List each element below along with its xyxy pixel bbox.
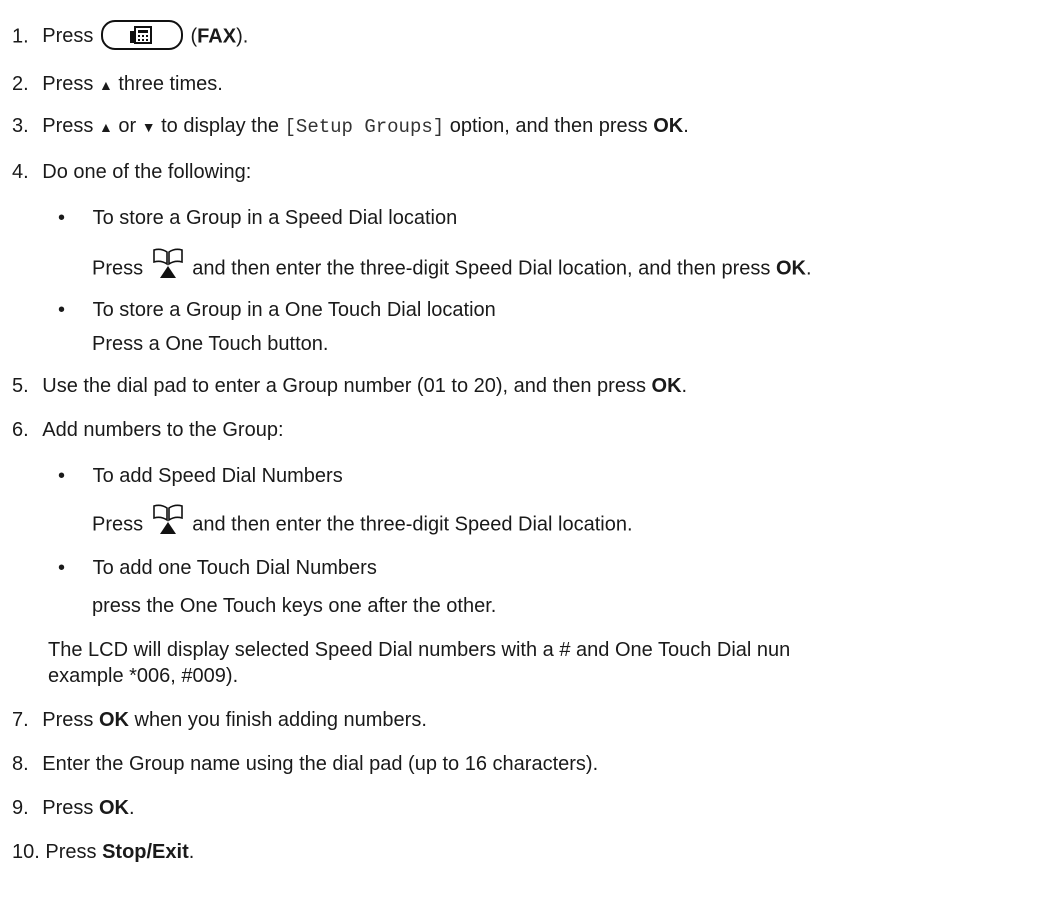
step-text: Add numbers to the Group: [42, 419, 284, 441]
step-4-bullet-2: • To store a Group in a One Touch Dial l… [58, 298, 496, 322]
step-6-bullet-1: • To add Speed Dial Numbers [58, 464, 343, 488]
bullet-title: To add Speed Dial Numbers [92, 465, 343, 487]
step-4-bullet-1: • To store a Group in a Speed Dial locat… [58, 206, 457, 230]
lcd-note-line-1: The LCD will display selected Speed Dial… [48, 639, 791, 661]
bullet-title: To add one Touch Dial Numbers [92, 557, 377, 579]
step-text: Enter the Group name using the dial pad … [42, 753, 599, 775]
step-number: 8. [12, 753, 29, 775]
step-text: option, and then press [444, 115, 654, 137]
step-text: Press [42, 797, 99, 819]
step-end: . [805, 257, 812, 280]
bullet-title: To store a Group in a Speed Dial locatio… [92, 207, 458, 229]
step-text: and then enter the three-digit Speed Dia… [186, 513, 633, 536]
step-end: . [681, 375, 688, 397]
step-8: 8. Enter the Group name using the dial p… [12, 752, 598, 776]
step-text: to display the [155, 115, 285, 137]
step-text: Press [42, 115, 99, 137]
bullet: • [58, 299, 66, 321]
fax-label: FAX [197, 25, 237, 48]
address-book-icon [152, 248, 183, 278]
step-7: 7. Press OK when you finish adding numbe… [12, 708, 427, 732]
step-number: 10. [12, 841, 40, 863]
step-6-bullet-2: • To add one Touch Dial Numbers [58, 556, 377, 580]
fax-button [100, 20, 183, 50]
step-6-bullet-2-detail: press the One Touch keys one after the o… [92, 594, 496, 618]
step-6-bullet-1-detail: Press and then enter the three-digit Spe… [92, 504, 633, 542]
step-number: 7. [12, 709, 29, 731]
ok-key-label: OK [98, 709, 129, 731]
step-number: 9. [12, 797, 29, 819]
ok-key-label: OK [775, 257, 806, 280]
step-10: 10. Press Stop/Exit. [12, 840, 194, 864]
step-4: 4. Do one of the following: [12, 160, 251, 184]
step-6: 6. Add numbers to the Group: [12, 418, 284, 442]
step-text: and then enter the three-digit Speed Dia… [186, 257, 776, 280]
step-4-bullet-1-detail: Press and then enter the three-digit Spe… [92, 248, 812, 286]
bullet-title: To store a Group in a One Touch Dial loc… [92, 299, 496, 321]
step-4-bullet-2-detail: Press a One Touch button. [92, 332, 328, 356]
step-text: Press [92, 513, 144, 536]
step-5: 5. Use the dial pad to enter a Group num… [12, 374, 687, 398]
step-text: Press [92, 257, 144, 280]
step-number: 3. [12, 115, 29, 137]
step-text: Press a One Touch button. [92, 333, 329, 355]
step-end: . [128, 797, 135, 819]
step-text: or [112, 115, 142, 137]
lcd-note-line-2: example *006, #009). [48, 665, 239, 687]
ok-key-label: OK [98, 797, 129, 819]
step-number: 4. [12, 161, 29, 183]
step-text-end: three times. [112, 73, 223, 95]
step-2: 2. Press ▲ three times. [12, 72, 223, 97]
up-arrow-icon: ▲ [98, 119, 113, 135]
down-arrow-icon: ▼ [141, 119, 156, 135]
step-text: Do one of the following: [42, 161, 252, 183]
bullet: • [58, 465, 66, 487]
step-number: 2. [12, 73, 29, 95]
ok-key-label: OK [653, 115, 684, 137]
step-text: Press [42, 25, 94, 48]
step-text: Press [42, 709, 99, 731]
step-3: 3. Press ▲ or ▼ to display the [Setup Gr… [12, 114, 689, 139]
step-text: Use the dial pad to enter a Group number… [42, 375, 652, 397]
stop-exit-key-label: Stop/Exit [102, 841, 189, 863]
step-number: 1. [12, 25, 29, 48]
step-end: . [188, 841, 195, 863]
up-arrow-icon: ▲ [98, 77, 113, 93]
lcd-option-code: [Setup Groups] [284, 116, 445, 138]
step-end: . [242, 25, 249, 48]
address-book-icon [152, 504, 183, 534]
step-text: Press [42, 73, 99, 95]
ok-key-label: OK [651, 375, 682, 397]
step-1: 1. Press (FAX). [12, 20, 249, 52]
fax-label-paren: (FAX). [190, 25, 249, 48]
step-text: press the One Touch keys one after the o… [92, 595, 497, 617]
fax-icon [129, 26, 152, 44]
step-text: when you finish adding numbers. [128, 709, 427, 731]
step-text: Press [45, 841, 103, 863]
step-9: 9. Press OK. [12, 796, 135, 820]
bullet: • [58, 557, 66, 579]
step-number: 6. [12, 419, 29, 441]
bullet: • [58, 207, 66, 229]
step-number: 5. [12, 375, 29, 397]
step-end: . [683, 115, 689, 137]
